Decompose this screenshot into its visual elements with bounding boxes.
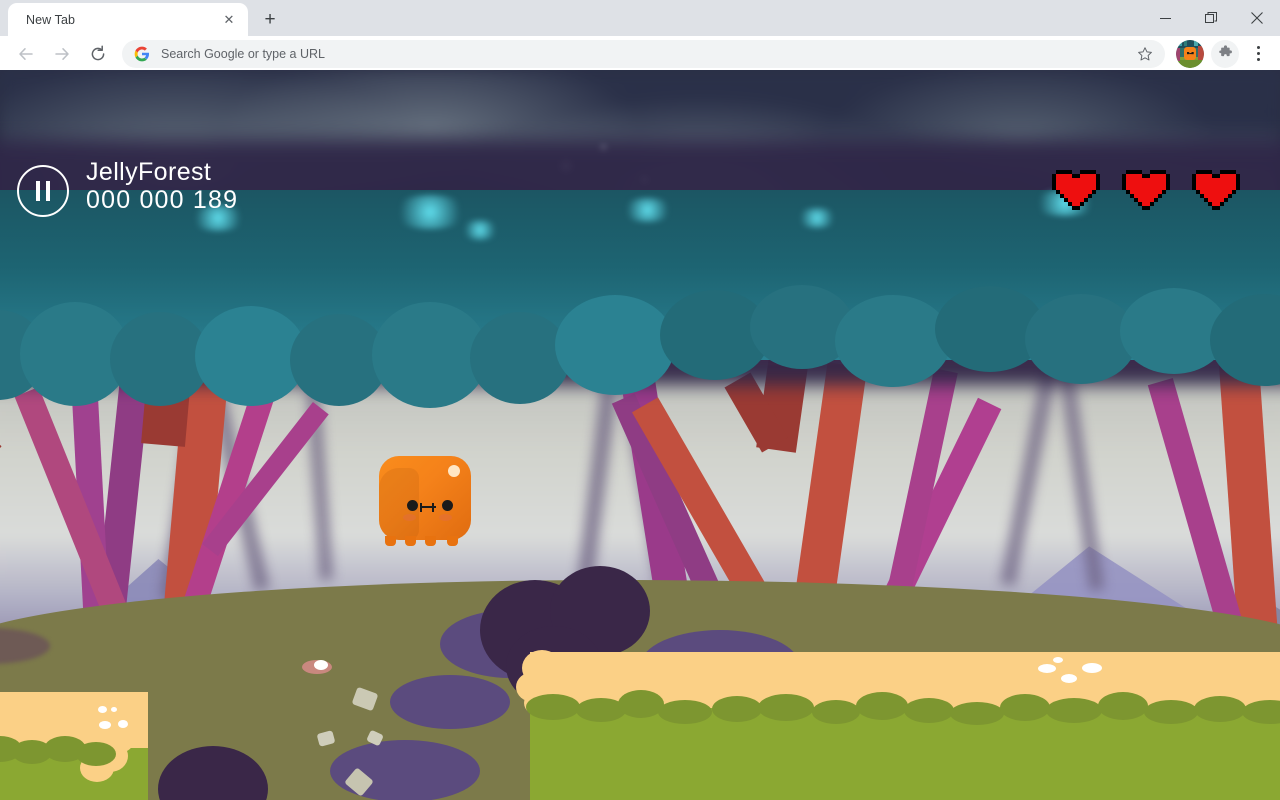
jelly-blush-right — [439, 514, 452, 521]
platform-dot — [111, 707, 117, 712]
address-bar[interactable]: Search Google or type a URL — [122, 39, 1165, 68]
pause-icon — [46, 181, 50, 201]
platform-right — [516, 650, 1280, 800]
window-controls — [1142, 0, 1280, 36]
back-icon[interactable] — [11, 39, 41, 69]
jelly-eye-left — [407, 500, 418, 511]
heart-icon — [1192, 170, 1240, 210]
canopy-bump — [555, 295, 675, 395]
star-icon[interactable] — [1133, 42, 1157, 66]
grass-tuft — [658, 700, 712, 724]
extensions-puzzle-icon[interactable] — [1211, 39, 1239, 68]
jelly-eye-right — [442, 500, 453, 511]
grass-tuft — [1000, 694, 1050, 721]
maximize-icon[interactable] — [1188, 0, 1234, 36]
menu-dot — [1256, 46, 1260, 49]
game-hud: JellyForest 000 000 189 — [0, 70, 1280, 217]
ground-log — [0, 628, 50, 664]
reload-icon[interactable] — [83, 39, 113, 69]
jelly-player[interactable] — [379, 456, 471, 548]
grass-tuft — [758, 694, 814, 721]
ground-speck — [351, 686, 379, 712]
bush — [390, 675, 510, 729]
close-window-icon[interactable] — [1234, 0, 1280, 36]
tab-title: New Tab — [26, 12, 76, 27]
platform-dot — [1053, 657, 1063, 663]
grass-tuft — [1046, 698, 1102, 723]
jelly-blush-left — [403, 514, 416, 521]
canopy-glow — [795, 208, 839, 228]
browser-window: New Tab ✕ + Search Google or type a URL … — [0, 0, 1280, 800]
platform-dot — [1082, 663, 1102, 673]
canopy-glow — [390, 195, 470, 229]
minimize-icon[interactable] — [1142, 0, 1188, 36]
menu-dot — [1256, 58, 1260, 61]
canopy-glow — [460, 220, 500, 240]
jelly-leg — [425, 536, 436, 546]
profile-avatar[interactable] — [1176, 39, 1204, 68]
chrome-menu-icon[interactable] — [1244, 39, 1272, 69]
heart-icon — [1052, 170, 1100, 210]
new-tab-button[interactable]: + — [256, 5, 284, 33]
google-g-icon — [134, 46, 150, 62]
pause-icon — [36, 181, 40, 201]
grass-tuft — [856, 692, 908, 720]
grass-tuft — [526, 694, 580, 720]
game-title: JellyForest — [86, 158, 212, 186]
jelly-leg — [405, 536, 416, 546]
platform-left — [0, 692, 148, 800]
heart-icon — [1122, 170, 1170, 210]
grass-tuft — [76, 742, 116, 766]
canopy-glow — [620, 198, 675, 222]
grass-tuft — [1144, 700, 1198, 724]
tab-new-tab[interactable]: New Tab ✕ — [8, 3, 248, 36]
pause-button[interactable] — [17, 165, 69, 217]
grass-tuft — [618, 690, 664, 718]
game-canvas[interactable]: JellyForest 000 000 189 — [0, 70, 1280, 800]
browser-toolbar: Search Google or type a URL — [0, 36, 1280, 72]
grass-tuft — [1194, 696, 1246, 722]
lives-display — [1052, 166, 1240, 210]
platform-dot — [98, 706, 107, 713]
dark-bush — [158, 746, 268, 800]
grass-tuft — [950, 702, 1004, 725]
platform-dot — [99, 721, 111, 729]
canopy-layer — [0, 190, 1280, 408]
jelly-leg — [447, 536, 458, 546]
hud-info: JellyForest 000 000 189 — [86, 158, 238, 214]
forward-icon[interactable] — [47, 39, 77, 69]
menu-dot — [1256, 52, 1260, 55]
search-input[interactable]: Search Google or type a URL — [161, 47, 1133, 61]
platform-dot — [118, 720, 128, 728]
grass-tuft — [712, 696, 762, 722]
ground-berry-hl — [314, 660, 328, 670]
close-icon[interactable]: ✕ — [220, 11, 238, 29]
grass-tuft — [904, 698, 954, 723]
score-display: 000 000 189 — [86, 186, 239, 214]
jelly-highlight — [448, 465, 460, 477]
grass-tuft — [812, 700, 860, 724]
platform-dot — [1038, 664, 1056, 673]
jelly-mouth — [420, 503, 436, 512]
canopy-bump — [470, 312, 570, 404]
grass-tuft — [1098, 692, 1148, 720]
jelly-leg — [385, 536, 396, 546]
bush — [330, 740, 480, 800]
platform-dot — [1061, 674, 1077, 683]
canopy-bump — [835, 295, 951, 387]
tab-strip: New Tab ✕ + — [0, 0, 1280, 36]
ground-speck — [316, 730, 336, 747]
